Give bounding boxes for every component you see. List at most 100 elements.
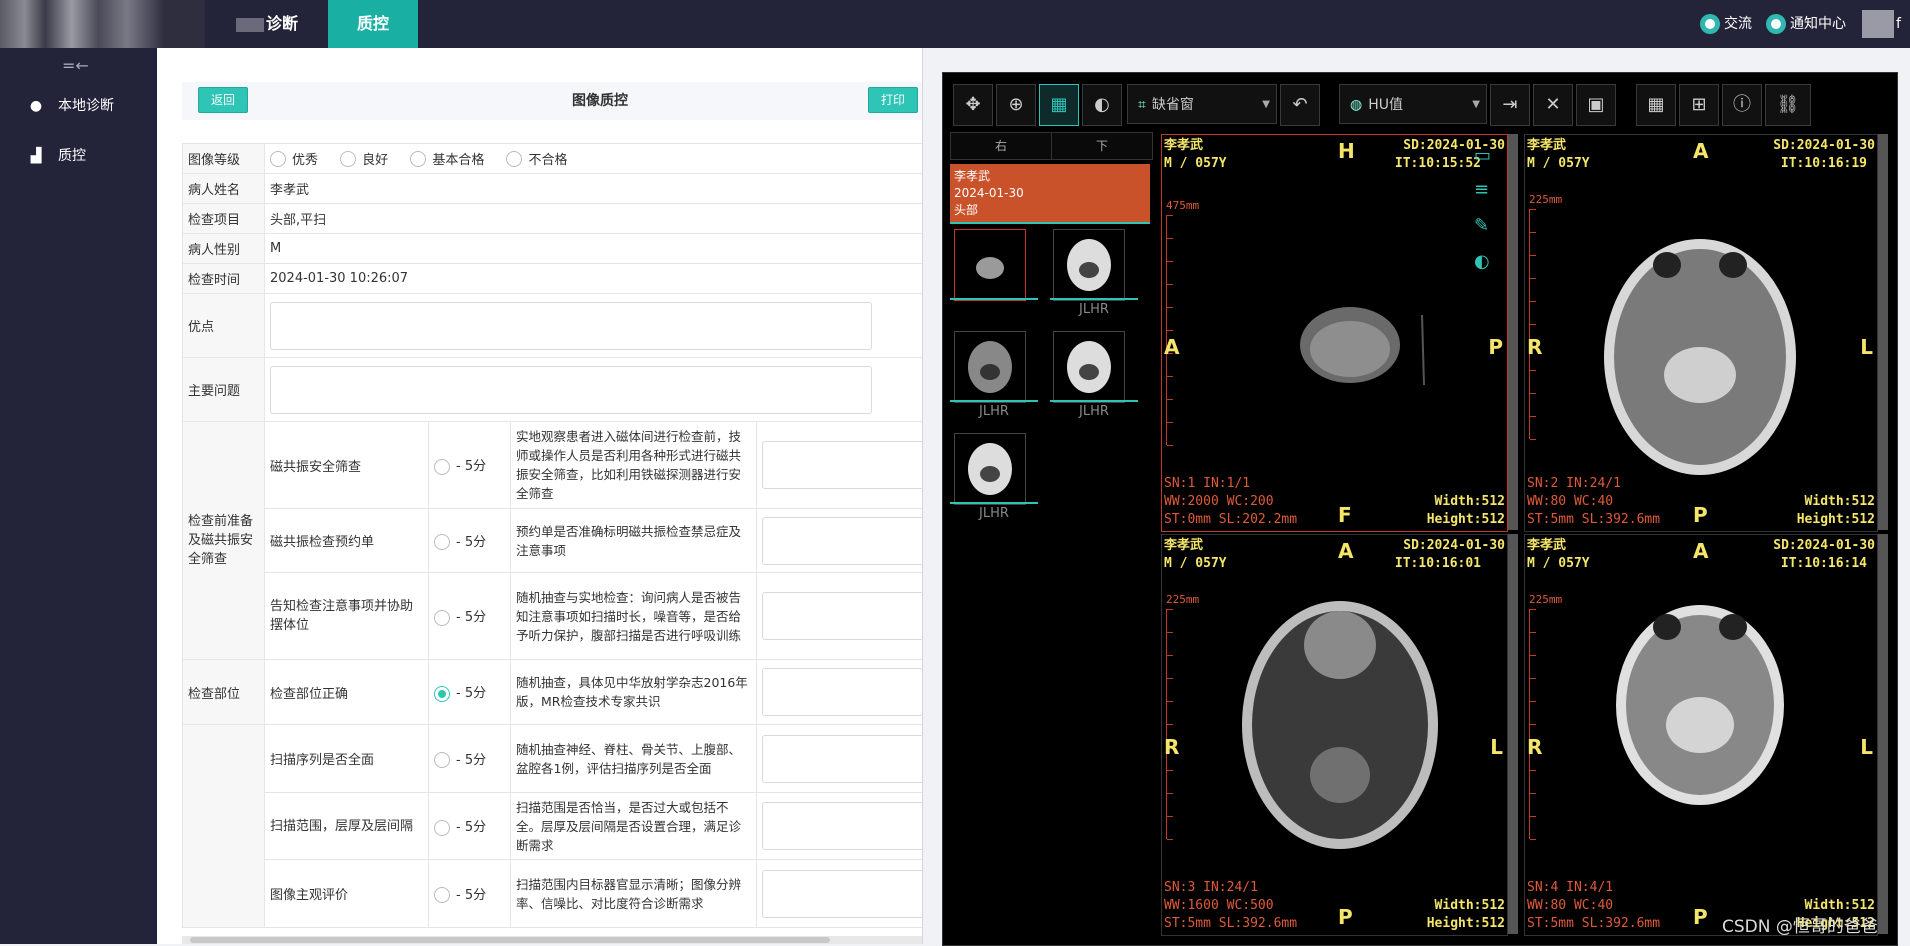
score-option[interactable]: - 5分 (428, 724, 511, 793)
score-input[interactable] (762, 441, 924, 489)
score-radio[interactable] (434, 609, 450, 626)
series-thumbnail[interactable] (1053, 331, 1125, 403)
monitor-icon[interactable]: ▭ (1474, 145, 1491, 166)
orientation-top: A (1338, 539, 1354, 563)
patient-card-underline (950, 222, 1150, 224)
qr-tool-button[interactable]: ▦ (1039, 84, 1079, 126)
ruler-tick (1167, 215, 1173, 216)
ct-image (1616, 605, 1784, 805)
score-input[interactable] (762, 592, 924, 640)
score-radio-checked[interactable] (434, 685, 450, 702)
pan-tool-button[interactable]: ✥ (953, 84, 993, 126)
score-radio[interactable] (434, 887, 450, 904)
exchange-link[interactable]: 交流 (1700, 12, 1752, 36)
layout-2x2-button[interactable]: ⊞ (1679, 84, 1719, 126)
contrast-icon[interactable]: ◐ (1474, 251, 1490, 272)
series-thumbnail[interactable] (954, 229, 1026, 301)
grid-icon: ▦ (1647, 94, 1665, 115)
print-button[interactable]: 打印 (868, 87, 918, 113)
group-label: 检查部位 (182, 659, 265, 725)
viewport-scrollbar[interactable] (1878, 134, 1888, 530)
contrast-icon: ◐ (1094, 94, 1110, 115)
viewport-3[interactable]: 李孝武 M / 057Y SD:2024-01-30 IT:10:16:01 2… (1161, 534, 1508, 936)
viewport-2[interactable]: 李孝武 M / 057Y SD:2024-01-30 IT:10:16:19 2… (1524, 134, 1878, 532)
tools-icon[interactable]: ✎ (1474, 215, 1489, 236)
grade-options: 优秀 良好 基本合格 不合格 (263, 143, 924, 174)
score-input[interactable] (762, 734, 924, 783)
ruler-tick (1530, 278, 1536, 279)
viewport-4[interactable]: 李孝武 M / 057Y SD:2024-01-30 IT:10:16:14 2… (1524, 534, 1878, 936)
score-radio[interactable] (434, 534, 450, 551)
ruler-tick (1530, 701, 1536, 702)
ruler-tick (1167, 307, 1173, 308)
hu-value-select[interactable]: ◍ HU值 ▼ (1339, 84, 1487, 124)
ruler-tick (1167, 793, 1173, 794)
collapse-sidebar-icon[interactable]: =← (62, 56, 89, 75)
layout-multi-button[interactable]: ▦ (1636, 84, 1676, 126)
merit-textarea[interactable] (270, 301, 872, 350)
score-input[interactable] (762, 668, 924, 716)
viewport-scrollbar[interactable] (1508, 134, 1518, 530)
sidebar-item-local-diagnosis[interactable]: ● 本地诊断 (28, 94, 114, 118)
viewport-1[interactable]: 李孝武 M / 057Y SD:2024-01-30 IT:10:15:52 4… (1161, 134, 1508, 532)
sidebar-item-quality-control[interactable]: ▟ 质控 (28, 144, 86, 168)
score-option[interactable]: - 5分 (428, 792, 511, 860)
grade-radio-excellent[interactable] (270, 150, 286, 167)
score-input[interactable] (762, 802, 924, 850)
score-option[interactable]: - 5分 (428, 572, 511, 660)
score-radio[interactable] (434, 458, 450, 475)
series-tab-right[interactable]: 右 (950, 132, 1052, 160)
score-option[interactable]: - 5分 (428, 421, 511, 509)
overlay-sex-age: M / 057Y (1527, 556, 1590, 571)
tab-quality-control[interactable]: 质控 (328, 0, 418, 48)
ruler-tick (1530, 793, 1536, 794)
item-label: 扫描序列是否全面 (264, 724, 429, 793)
scrollbar-thumb[interactable] (190, 937, 830, 943)
ruler-tick (1530, 632, 1536, 633)
score-option[interactable]: - 5分 (428, 859, 511, 928)
ruler-tick (1167, 839, 1173, 840)
viewport-scrollbar[interactable] (1508, 534, 1518, 934)
menu-icon[interactable]: ≡ (1474, 179, 1489, 200)
score-option[interactable]: - 5分 (428, 659, 511, 725)
viewport-scrollbar[interactable] (1878, 534, 1888, 934)
series-tab-down[interactable]: 下 (1051, 132, 1153, 160)
score-radio[interactable] (434, 752, 450, 769)
patient-card[interactable]: 李孝武 2024-01-30 头部 (950, 164, 1150, 224)
avatar[interactable] (1862, 10, 1894, 38)
patient-card-date: 2024-01-30 (954, 186, 1024, 200)
clear-button[interactable]: ✕ (1533, 84, 1573, 126)
score-radio[interactable] (434, 819, 450, 836)
score-input[interactable] (762, 869, 924, 918)
back-button[interactable]: 返回 (198, 87, 248, 113)
undo-button[interactable]: ↶ (1280, 84, 1320, 126)
tab-diagnosis[interactable]: 诊断 (206, 0, 328, 48)
contrast-tool-button[interactable]: ◐ (1082, 84, 1122, 126)
score-option[interactable]: - 5分 (428, 508, 511, 573)
ruler-tick (1530, 770, 1536, 771)
orientation-top: A (1693, 139, 1709, 163)
item-label: 告知检查注意事项并协助摆体位 (264, 572, 429, 660)
overlay-slice-info: ST:5mm SL:392.6mm (1527, 916, 1661, 931)
info-button[interactable]: ⓘ (1722, 84, 1762, 126)
export-button[interactable]: ⇥ (1490, 84, 1530, 126)
orientation-right: L (1860, 335, 1873, 359)
thumbnail-indicator (1050, 400, 1138, 402)
panel-divider[interactable] (922, 48, 935, 944)
series-thumbnail[interactable] (1053, 229, 1125, 301)
overlay-image-time: IT:10:15:52 (1394, 156, 1481, 171)
grade-radio-basic-pass[interactable] (410, 150, 427, 167)
notification-center-link[interactable]: 通知中心 (1766, 12, 1846, 36)
score-input[interactable] (762, 516, 924, 565)
window-preset-select[interactable]: ⌗ 缺省窗 ▼ (1127, 84, 1277, 124)
link-button[interactable]: ⛓ (1765, 84, 1811, 126)
grade-radio-fail[interactable] (506, 150, 523, 167)
save-button[interactable]: ▣ (1576, 84, 1616, 126)
grade-radio-good[interactable] (340, 150, 357, 167)
problem-textarea[interactable] (270, 365, 872, 414)
series-thumbnail[interactable] (954, 433, 1026, 505)
overlay-ruler-label: 225mm (1166, 593, 1200, 606)
problem-label: 主要问题 (182, 357, 265, 422)
series-thumbnail[interactable] (954, 331, 1026, 403)
zoom-tool-button[interactable]: ⊕ (996, 84, 1036, 126)
